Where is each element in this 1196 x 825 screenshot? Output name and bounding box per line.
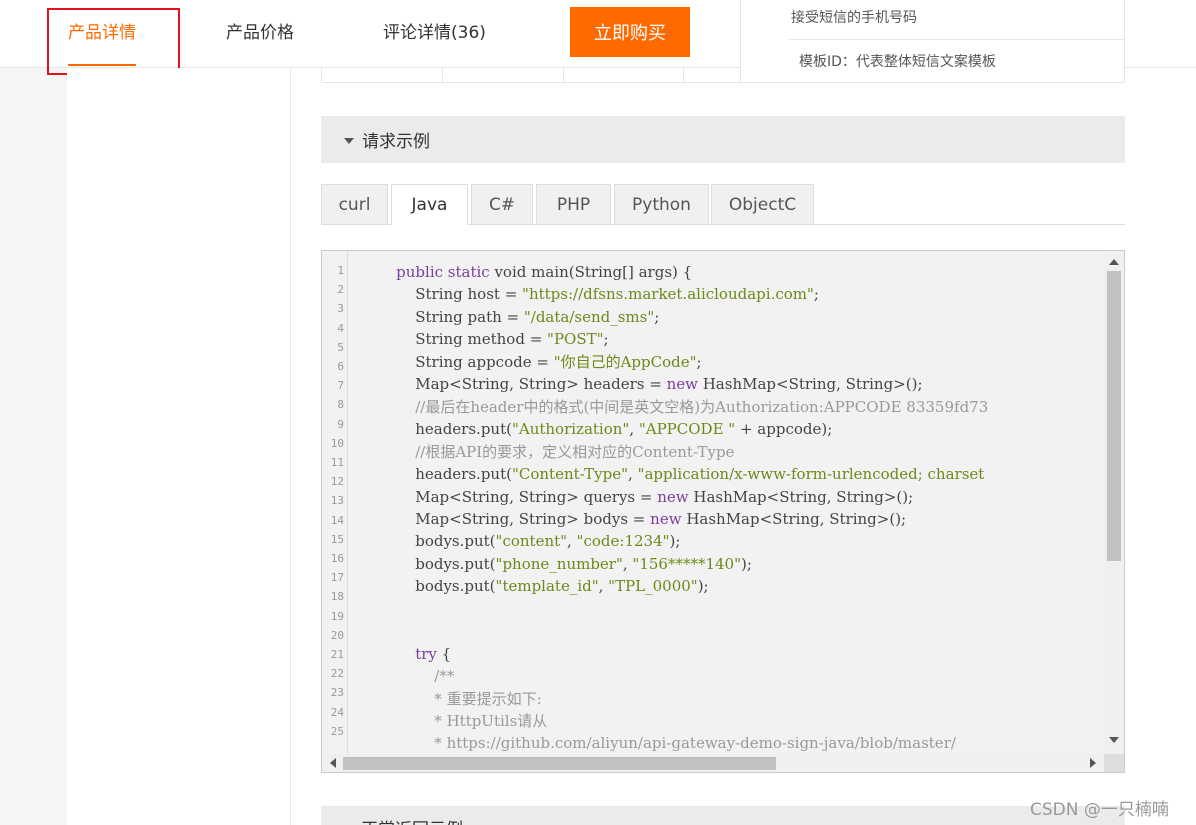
next-section-title: 正常返回示例 (361, 815, 463, 825)
param-phone-desc: 接受短信的手机号码 (791, 10, 917, 26)
line-number: 9 (337, 417, 344, 431)
line-number: 23 (330, 686, 344, 700)
code-line: String method = "POST"; (358, 330, 609, 349)
line-number: 16 (330, 552, 344, 565)
code-line: String host = "https://dfsns.market.alic… (358, 285, 819, 304)
code-line: Map<String, String> querys = new HashMap… (358, 487, 914, 506)
line-number: 13 (330, 494, 344, 508)
code-line: //最后在header中的格式(中间是英文空格)为Authorization:A… (415, 397, 989, 416)
tab-reviews[interactable]: 评论详情(36) (383, 18, 486, 43)
tab-product-price[interactable]: 产品价格 (226, 18, 294, 43)
buy-now-button[interactable]: 立即购买 (570, 7, 690, 57)
code-line: /** (434, 667, 455, 686)
code-line: bodys.put("phone_number", "156*****140")… (358, 554, 752, 573)
line-number: 15 (330, 532, 344, 546)
line-number: 14 (330, 513, 344, 527)
scrollbar-corner (1104, 754, 1124, 772)
code-line: * HttpUtils请从 (434, 712, 548, 730)
line-number: 5 (337, 340, 344, 354)
line-number: 21 (330, 648, 344, 661)
request-example-header[interactable]: 请求示例 (321, 116, 1125, 163)
lang-tab-java[interactable]: Java (391, 184, 468, 225)
lang-tab-objectc[interactable]: ObjectC (711, 184, 814, 225)
code-line: String path = "/data/send_sms"; (358, 307, 660, 326)
lang-tab-curl[interactable]: curl (321, 184, 388, 225)
code-line: bodys.put("content", "code:1234"); (358, 532, 681, 551)
lang-tab-python[interactable]: Python (614, 184, 709, 225)
vertical-scrollbar[interactable] (1104, 251, 1124, 756)
code-line: try { (415, 644, 452, 663)
param-table-bottom (321, 68, 741, 83)
code-line: Map<String, String> bodys = new HashMap<… (358, 509, 907, 528)
lang-tab-csharp[interactable]: C# (471, 184, 533, 225)
left-sidebar (67, 68, 291, 825)
line-number: 24 (330, 705, 344, 719)
code-area[interactable]: public static void main(String[] args) {… (358, 261, 1104, 756)
scroll-up-icon[interactable] (1109, 259, 1119, 265)
horizontal-scrollbar[interactable] (322, 754, 1106, 772)
scroll-left-icon[interactable] (330, 758, 336, 768)
code-editor[interactable]: 1 2 3 4 5 6 7 8 9 10 11 12 13 14 15 16 17 18 19 20 21 22 23 24 2… (321, 250, 1125, 773)
vertical-scroll-thumb[interactable] (1107, 271, 1121, 561)
code-line: headers.put("Authorization", "APPCODE " … (358, 420, 833, 439)
code-line: bodys.put("template_id", "TPL_0000"); (358, 577, 709, 596)
line-number: 8 (337, 398, 344, 412)
normal-response-header[interactable]: 正常返回示例 (321, 806, 1125, 825)
line-number: 2 (337, 283, 344, 297)
param-description-box: 接受短信的手机号码 模板ID：代表整体短信文案模板 (740, 0, 1125, 83)
highlight-box (47, 8, 180, 75)
lang-tab-php[interactable]: PHP (536, 184, 611, 225)
code-line: * https://github.com/aliyun/api-gateway-… (434, 734, 956, 753)
code-line: headers.put("Content-Type", "application… (358, 465, 985, 484)
line-number: 25 (330, 724, 344, 738)
line-number: 17 (330, 571, 344, 585)
code-line: //根据API的要求，定义相对应的Content-Type (415, 442, 735, 461)
watermark: CSDN @一只楠喃 (1030, 800, 1169, 820)
line-number: 4 (337, 321, 344, 335)
line-number: 3 (337, 302, 344, 316)
code-line: Map<String, String> headers = new HashMa… (358, 375, 923, 394)
section-title: 请求示例 (362, 132, 430, 152)
caret-down-icon (344, 137, 354, 144)
line-number: 7 (337, 379, 344, 393)
line-number: 18 (330, 590, 344, 604)
code-line: public static void main(String[] args) { (396, 263, 693, 281)
line-number: 19 (330, 609, 344, 623)
language-tabs: curl Java C# PHP Python ObjectC (321, 184, 1125, 225)
line-number: 20 (330, 628, 344, 642)
scroll-right-icon[interactable] (1090, 758, 1096, 768)
line-number: 10 (330, 436, 344, 450)
code-line: String appcode = "你自己的AppCode"; (358, 352, 702, 371)
divider (789, 39, 1124, 40)
code-line: * 重要提示如下: (434, 689, 542, 708)
param-template-desc: 模板ID：代表整体短信文案模板 (799, 54, 996, 70)
line-number-gutter: 1 2 3 4 5 6 7 8 9 10 11 12 13 14 15 16 17 18 19 20 21 22 23 24 2… (322, 251, 348, 756)
horizontal-scroll-thumb[interactable] (343, 757, 776, 770)
line-number: 6 (337, 360, 344, 373)
line-number: 12 (330, 475, 344, 489)
line-number: 11 (330, 456, 344, 469)
line-number: 1 (337, 264, 344, 277)
line-number: 22 (330, 667, 344, 681)
scroll-down-icon[interactable] (1109, 737, 1119, 743)
